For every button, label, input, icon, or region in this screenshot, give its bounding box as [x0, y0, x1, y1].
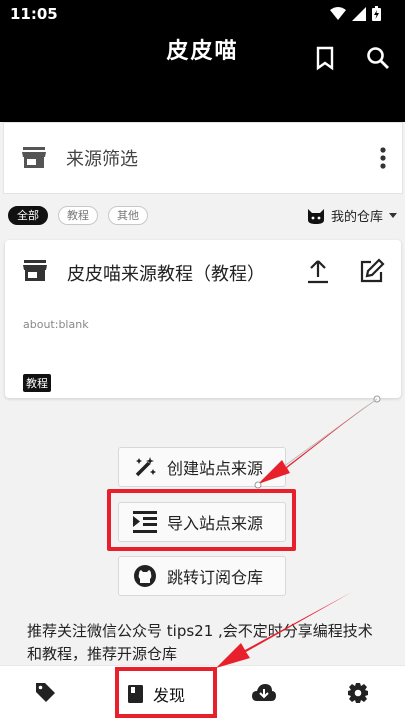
edit-icon[interactable]	[359, 258, 385, 284]
app-title: 皮皮喵	[166, 39, 239, 64]
source-url: about:blank	[23, 318, 89, 331]
source-filter-label: 来源筛选	[66, 149, 138, 170]
recommend-note: 推荐关注微信公众号 tips21 ,会不定时分享编程技术和教程，推荐开源仓库	[27, 622, 373, 663]
source-filter-bar[interactable]: 来源筛选	[3, 122, 403, 194]
battery-icon	[372, 6, 381, 21]
app-bar: 皮皮喵	[0, 28, 405, 122]
source-name: 皮皮喵来源教程（教程）	[67, 264, 265, 285]
create-source-button[interactable]: 创建站点来源	[118, 447, 286, 487]
my-repo-label: 我的仓库	[330, 210, 383, 225]
chip-tutorial[interactable]: 教程	[58, 206, 98, 225]
cloud-download-icon[interactable]	[252, 683, 276, 701]
import-highlight-box	[107, 489, 296, 551]
search-icon[interactable]	[365, 45, 391, 71]
chevron-down-icon	[389, 213, 397, 218]
upload-icon[interactable]	[305, 258, 331, 284]
jump-repo-label: 跳转订阅仓库	[167, 568, 264, 587]
chip-all[interactable]: 全部	[8, 206, 48, 225]
cat-icon	[307, 208, 324, 224]
tag-icon[interactable]	[36, 683, 56, 703]
my-repo-dropdown[interactable]: 我的仓库	[307, 206, 397, 225]
github-icon	[134, 565, 156, 587]
store-icon	[23, 260, 47, 281]
store-icon	[22, 147, 46, 168]
status-bar: 11:05	[0, 0, 405, 28]
magic-icon	[135, 457, 156, 477]
discover-highlight-box	[115, 667, 217, 718]
more-vert-icon[interactable]	[380, 147, 386, 169]
jump-repo-button[interactable]: 跳转订阅仓库	[118, 556, 286, 596]
wifi-icon	[330, 6, 346, 20]
status-icons	[330, 6, 381, 21]
source-tag: 教程	[23, 374, 51, 392]
bookmark-icon[interactable]	[312, 45, 338, 71]
status-time: 11:05	[10, 5, 58, 23]
create-source-label: 创建站点来源	[167, 459, 264, 478]
gear-icon[interactable]	[348, 683, 368, 703]
signal-icon	[352, 6, 366, 21]
source-card[interactable]: 皮皮喵来源教程（教程） about:blank 教程	[5, 240, 401, 398]
chip-other[interactable]: 其他	[108, 206, 148, 225]
category-chips: 全部 教程 其他	[8, 206, 148, 225]
